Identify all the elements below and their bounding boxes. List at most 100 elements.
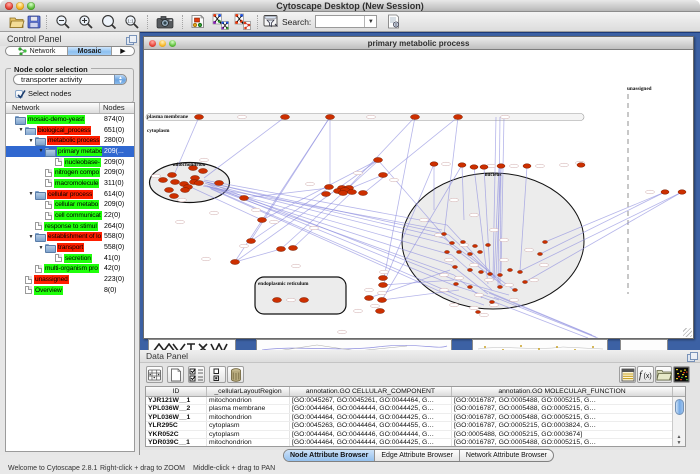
select-attributes-button[interactable] bbox=[188, 366, 205, 383]
zoom-fit-button[interactable]: 1:1 bbox=[120, 13, 143, 31]
tree-row-cellular-metabo[interactable]: cellular metabo209(0) bbox=[6, 200, 134, 211]
tree-row-multi-organism-pro[interactable]: multi-organism pro42(0) bbox=[6, 264, 134, 275]
tree-row-cell-communicat[interactable]: cell communicat22(0) bbox=[6, 210, 134, 221]
window-titlebar[interactable]: Cytoscape Desktop (New Session) bbox=[0, 0, 700, 12]
node-color-combobox[interactable]: transporter activity ▲▼ bbox=[13, 74, 127, 85]
column-header[interactable]: annotation.GO CELLULAR_COMPONENT bbox=[290, 387, 452, 396]
search-input[interactable] bbox=[316, 16, 364, 27]
tree-header: Network Nodes bbox=[6, 103, 134, 114]
column-header[interactable]: ID bbox=[146, 387, 207, 396]
compartment-plasma-membrane[interactable] bbox=[146, 114, 584, 121]
minimized-window[interactable] bbox=[256, 339, 452, 350]
tree-row-primary-metabo[interactable]: ▼primary metabo209(... bbox=[6, 146, 134, 157]
folder-icon bbox=[35, 137, 45, 144]
expander-icon[interactable]: ▼ bbox=[27, 138, 35, 144]
table-cell: [GO:0005488, GO:0005215, GO:0003674] bbox=[452, 431, 673, 438]
network-panel-button[interactable] bbox=[187, 13, 208, 31]
table-settings-button[interactable] bbox=[146, 366, 163, 383]
table-row[interactable]: YDR039C__1mitochondrion[GO:0044464, GO:0… bbox=[146, 439, 685, 447]
open-session-button[interactable] bbox=[8, 13, 25, 31]
vizmapper-button[interactable] bbox=[262, 13, 280, 31]
tree-row-mosaic-demo-yeast[interactable]: mosaic-demo-yeast874(0) bbox=[6, 114, 134, 125]
data-panel-title: Data Panel bbox=[140, 351, 687, 361]
table-cell: mitochondrion bbox=[207, 414, 290, 421]
table-row[interactable]: YPL036W__1mitochondrion[GO:0044464, GO:0… bbox=[146, 414, 685, 422]
duplicate-network-button[interactable] bbox=[208, 13, 232, 31]
search-dropdown-icon[interactable]: ▼ bbox=[364, 16, 376, 27]
tree-row-secretion[interactable]: secretion41(0) bbox=[6, 253, 134, 264]
tree-row-unassigned[interactable]: unassigned223(0) bbox=[6, 274, 134, 285]
file-icon bbox=[25, 276, 32, 284]
heatmap-button[interactable] bbox=[673, 366, 690, 383]
float-panel-icon[interactable] bbox=[126, 35, 135, 44]
network-canvas[interactable]: plasma membranecytoplasmmitochondrionnuc… bbox=[144, 50, 693, 338]
compartment-nucleus[interactable] bbox=[402, 173, 584, 309]
zoom-selected-button[interactable] bbox=[97, 13, 120, 31]
scrollbar-thumb[interactable] bbox=[675, 399, 684, 415]
tree-row-overview[interactable]: Overview8(0) bbox=[6, 285, 134, 296]
file-icon bbox=[35, 222, 42, 230]
save-session-button[interactable] bbox=[25, 13, 42, 31]
tree-row-cellular-process[interactable]: ▼cellular process614(0) bbox=[6, 189, 134, 200]
tree-row-count: 209(0) bbox=[102, 159, 134, 166]
column-header[interactable]: _cellularLayoutRegion bbox=[207, 387, 290, 396]
new-attribute-button[interactable] bbox=[167, 366, 184, 383]
scrollbar-arrows-icon[interactable]: ▲▼ bbox=[673, 434, 685, 446]
table-cell: [GO:0045263, GO:0044464, GO:0044455, G… bbox=[290, 422, 452, 429]
vizmapper-icon bbox=[263, 14, 279, 29]
tree-row-transport[interactable]: ▼transport558(0) bbox=[6, 242, 134, 253]
float-panel-icon[interactable] bbox=[687, 352, 696, 361]
minimized-window[interactable] bbox=[148, 339, 236, 350]
more-tabs-button[interactable]: ▶ bbox=[112, 47, 134, 55]
expander-icon[interactable]: ▼ bbox=[37, 148, 45, 154]
function-builder-button[interactable]: f(x) bbox=[637, 366, 654, 383]
tree-header-nodes[interactable]: Nodes bbox=[100, 103, 134, 113]
table-row[interactable]: YJR121W__1mitochondrion[GO:0045267, GO:0… bbox=[146, 397, 685, 405]
tab-node-attribute-browser[interactable]: Node Attribute Browser bbox=[284, 450, 375, 461]
expander-icon[interactable]: ▼ bbox=[17, 127, 25, 133]
tree-row-establishment-of-lo[interactable]: ▼establishment of lo558(0) bbox=[6, 232, 134, 243]
select-nodes-checkbox[interactable] bbox=[15, 90, 23, 98]
table-row[interactable]: YLR295Ccytoplasm[GO:0045263, GO:0044464,… bbox=[146, 422, 685, 430]
tab-edge-attribute-browser[interactable]: Edge Attribute Browser bbox=[375, 450, 460, 461]
tab-mosaic[interactable]: Mosaic bbox=[68, 47, 112, 55]
tree-row-nucleobase-[interactable]: nucleobase-209(0) bbox=[6, 157, 134, 168]
expander-icon[interactable]: ▼ bbox=[37, 245, 45, 251]
table-scrollbar[interactable]: ▲▼ bbox=[672, 397, 685, 446]
expander-icon[interactable]: ▼ bbox=[27, 191, 35, 197]
tree-row-metabolic-process[interactable]: ▼metabolic process280(0) bbox=[6, 135, 134, 146]
destroy-network-button[interactable] bbox=[232, 13, 253, 31]
tab-network[interactable]: Network bbox=[6, 47, 68, 55]
tree-row-nitrogen-compo[interactable]: nitrogen compo209(0) bbox=[6, 167, 134, 178]
column-header[interactable]: annotation.GO MOLECULAR_FUNCTION bbox=[452, 387, 673, 396]
tab-network-attribute-browser[interactable]: Network Attribute Browser bbox=[460, 450, 553, 461]
resize-grip[interactable] bbox=[683, 328, 692, 337]
attribute-table-body: YJR121W__1mitochondrion[GO:0045267, GO:0… bbox=[146, 397, 685, 447]
tree-row-label: nitrogen compo bbox=[54, 168, 100, 177]
attribute-list-button[interactable] bbox=[619, 366, 636, 383]
tree-row-macromolecule[interactable]: macromolecule311(0) bbox=[6, 178, 134, 189]
group-title: Node color selection bbox=[11, 65, 91, 74]
folder-icon bbox=[45, 244, 55, 251]
tree-row-biological-process[interactable]: ▼biological_process651(0) bbox=[6, 125, 134, 136]
network-view-window: primary metabolic process plasma membran… bbox=[143, 36, 694, 339]
network-window-titlebar[interactable]: primary metabolic process bbox=[144, 37, 693, 50]
zoom-in-button[interactable] bbox=[74, 13, 97, 31]
expander-icon[interactable]: ▼ bbox=[27, 234, 35, 240]
tree-row-response-to-stimul[interactable]: response to stimul264(0) bbox=[6, 221, 134, 232]
snapshot-button[interactable] bbox=[152, 13, 178, 31]
import-attributes-button[interactable] bbox=[655, 366, 672, 383]
search-box: ▼ bbox=[315, 15, 377, 28]
function-builder-icon: f(x) bbox=[638, 368, 653, 381]
zoom-out-button[interactable] bbox=[51, 13, 74, 31]
search-options-button[interactable] bbox=[383, 13, 403, 31]
minimized-window[interactable] bbox=[472, 339, 608, 350]
minimized-window[interactable] bbox=[620, 339, 668, 350]
table-cell: mitochondrion bbox=[207, 439, 290, 446]
delete-attribute-button[interactable] bbox=[227, 366, 244, 383]
tree-row-label: Overview bbox=[34, 286, 63, 295]
tree-header-network[interactable]: Network bbox=[6, 103, 100, 113]
unselect-attributes-button[interactable] bbox=[209, 366, 226, 383]
table-row[interactable]: YKR052Ccytoplasm[GO:0044464, GO:0044446,… bbox=[146, 431, 685, 439]
table-row[interactable]: YPL036W__2plasma membrane[GO:0044464, GO… bbox=[146, 405, 685, 413]
